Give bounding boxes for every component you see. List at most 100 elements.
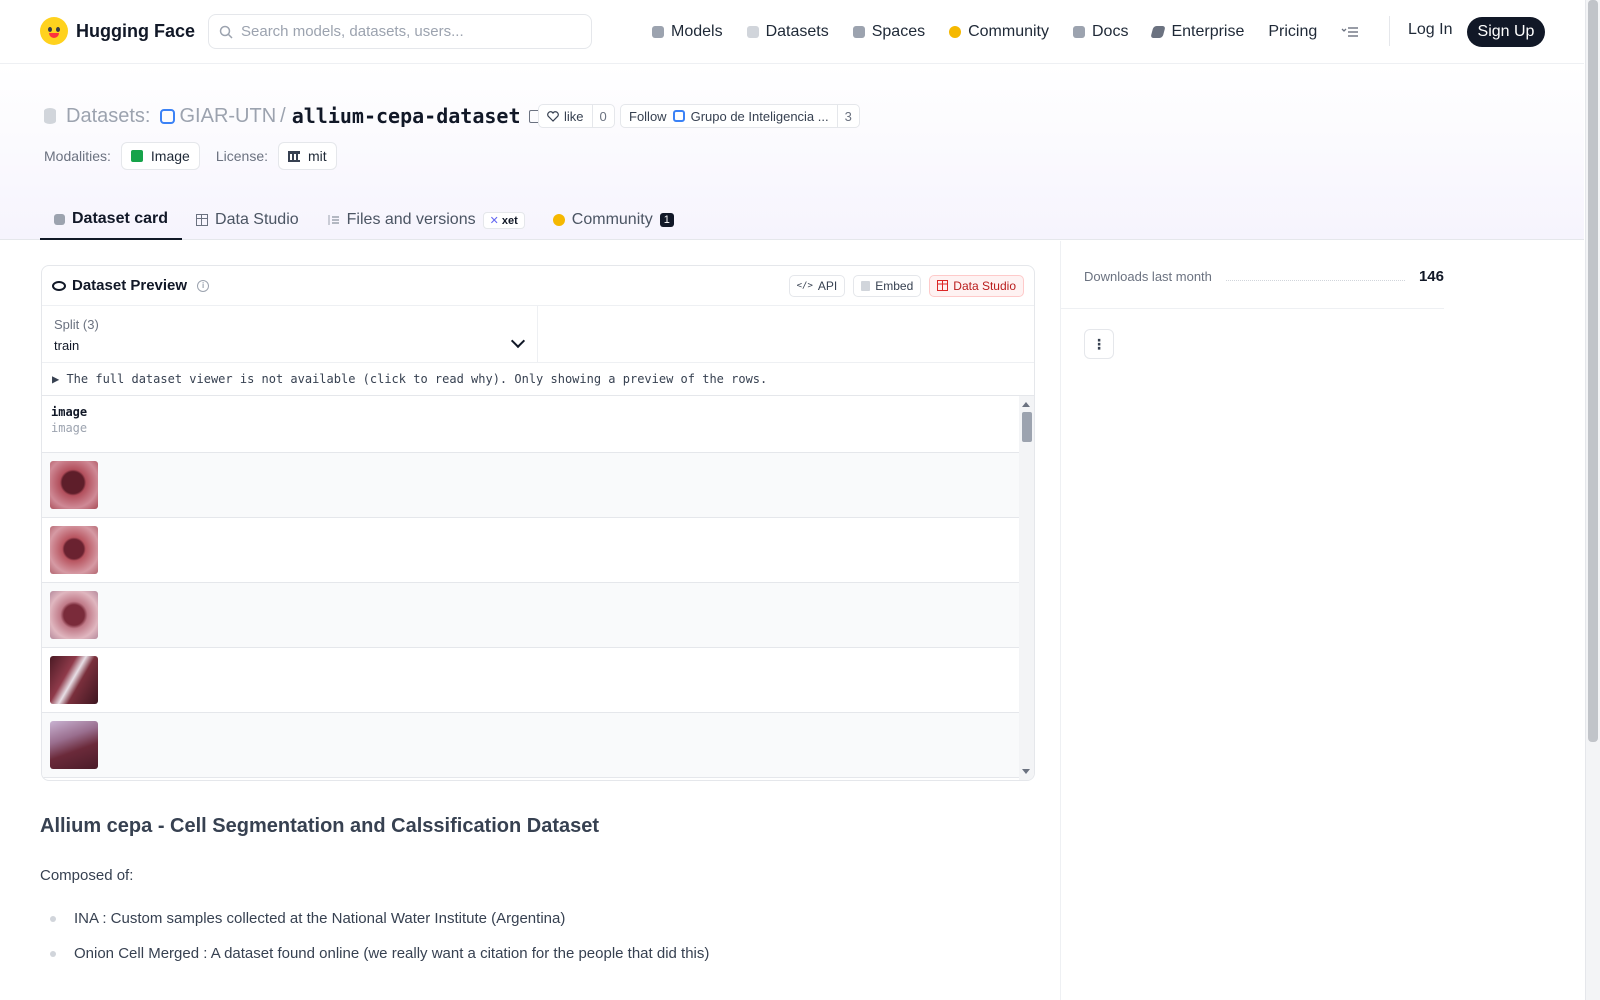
tab-community[interactable]: Community 1	[539, 200, 688, 240]
hug-emoji-icon	[949, 26, 962, 38]
preview-title: Dataset Preview i	[52, 277, 210, 294]
database-icon	[746, 26, 759, 38]
data-studio-button[interactable]: Data Studio	[929, 274, 1024, 297]
search-icon	[219, 25, 233, 39]
preview-actions: </> API Embed Data Studio	[788, 274, 1024, 297]
org-avatar-icon	[672, 110, 685, 122]
more-menu-icon	[1341, 27, 1359, 37]
search-input[interactable]	[241, 23, 561, 40]
image-thumbnail[interactable]	[50, 721, 98, 769]
nav-links: Models Datasets Spaces Community Docs En…	[652, 18, 1383, 46]
scroll-down-icon[interactable]	[1022, 769, 1030, 774]
follow-button[interactable]: Follow Grupo de Inteligencia ... 3	[620, 104, 860, 128]
license-label: License:	[215, 148, 268, 164]
image-thumbnail[interactable]	[50, 656, 98, 704]
like-label: like	[564, 108, 584, 124]
eye-icon	[52, 280, 66, 291]
downloads-label: Downloads last month	[1084, 269, 1212, 284]
xet-badge: ✕ xet	[482, 211, 525, 229]
repo-name[interactable]: allium-cepa-dataset	[292, 104, 521, 128]
sidebar-separator	[1060, 308, 1444, 309]
image-thumbnail[interactable]	[50, 591, 98, 639]
downloads-stat: Downloads last month 146	[1084, 268, 1444, 285]
search-box[interactable]	[208, 14, 592, 49]
org-link[interactable]: GIAR-UTN	[179, 105, 276, 128]
more-options-button[interactable]: ⋮	[1084, 329, 1114, 359]
license-tag[interactable]: mit	[278, 142, 337, 170]
table-icon	[937, 280, 949, 291]
hug-emoji-icon	[552, 214, 565, 226]
cube-icon	[652, 26, 664, 38]
grid-icon	[852, 26, 865, 38]
nav-enterprise[interactable]: Enterprise	[1150, 18, 1244, 46]
signup-button[interactable]: Sign Up	[1467, 17, 1545, 47]
org-avatar-icon	[160, 108, 176, 124]
viewer-notice[interactable]: ▶ The full dataset viewer is not availab…	[42, 363, 1034, 396]
section-label[interactable]: Datasets:	[66, 105, 150, 128]
split-select[interactable]: Split (3) train	[42, 306, 538, 362]
hugging-face-logo-icon	[40, 17, 68, 45]
nav-datasets[interactable]: Datasets	[746, 18, 829, 46]
breadcrumb: Datasets: GIAR-UTN / allium-cepa-dataset	[44, 104, 541, 128]
bank-icon	[288, 150, 300, 162]
enterprise-icon	[1150, 26, 1167, 38]
scroll-thumb[interactable]	[1022, 412, 1032, 442]
table-row[interactable]	[42, 453, 1021, 518]
more-menu-button[interactable]	[1341, 18, 1359, 46]
split-value: train	[54, 338, 80, 353]
nav-models[interactable]: Models	[652, 18, 723, 46]
brand-name: Hugging Face	[76, 20, 196, 41]
table-row[interactable]	[42, 518, 1021, 583]
image-thumbnail[interactable]	[50, 526, 98, 574]
follow-label: Follow	[629, 108, 667, 124]
table-row[interactable]	[42, 713, 1021, 778]
code-icon: </>	[796, 280, 813, 291]
modalities-label: Modalities:	[44, 148, 111, 164]
community-count-badge: 1	[659, 213, 674, 227]
readme-title: Allium cepa - Cell Segmentation and Cals…	[40, 815, 600, 837]
embed-button[interactable]: Embed	[853, 274, 922, 297]
database-icon	[44, 108, 56, 124]
dataset-preview-panel: Dataset Preview i </> API Embed Data Stud…	[41, 265, 1035, 781]
book-icon	[1073, 26, 1085, 38]
table-icon	[196, 214, 209, 226]
readme-intro: Composed of:	[40, 867, 134, 884]
dataset-card-readme: Allium cepa - Cell Segmentation and Cals…	[40, 815, 1030, 980]
xet-icon: ✕	[489, 214, 499, 227]
tab-files-and-versions[interactable]: Files and versions ✕ xet	[313, 200, 539, 240]
metadata-row: Modalities: Image License: mit	[44, 142, 337, 170]
info-icon[interactable]: i	[197, 279, 210, 292]
api-button[interactable]: </> API	[788, 274, 846, 297]
like-count: 0	[599, 108, 607, 124]
nav-pricing[interactable]: Pricing	[1268, 18, 1317, 46]
readme-list: INA : Custom samples collected at the Na…	[40, 910, 1030, 962]
scroll-up-icon[interactable]	[1022, 402, 1030, 407]
top-navbar: Hugging Face Models Datasets Spaces Comm…	[0, 0, 1584, 64]
heart-icon	[547, 110, 559, 122]
tab-dataset-card[interactable]: Dataset card	[40, 200, 183, 240]
image-thumbnail[interactable]	[50, 461, 98, 509]
cube-icon	[54, 213, 65, 225]
nav-spaces[interactable]: Spaces	[852, 18, 925, 46]
list-item: Onion Cell Merged : A dataset found onli…	[40, 945, 1030, 962]
page-scroll-thumb[interactable]	[1588, 0, 1598, 742]
preview-header: Dataset Preview i </> API Embed Data Stud…	[42, 266, 1034, 306]
table-row[interactable]	[42, 648, 1021, 713]
brand-logo[interactable]: Hugging Face	[40, 17, 195, 45]
tab-data-studio[interactable]: Data Studio	[182, 200, 313, 240]
split-label: Split (3)	[54, 317, 99, 332]
embed-icon	[861, 280, 871, 291]
preview-scrollbar[interactable]	[1019, 396, 1034, 780]
login-link[interactable]: Log In	[1408, 21, 1452, 39]
downloads-leader	[1225, 273, 1405, 281]
page-scrollbar[interactable]	[1585, 0, 1600, 1000]
table-row[interactable]	[42, 583, 1021, 648]
modality-tag[interactable]: Image	[120, 142, 200, 170]
nav-docs[interactable]: Docs	[1073, 18, 1128, 46]
like-button[interactable]: like 0	[538, 104, 615, 128]
nav-community[interactable]: Community	[949, 18, 1049, 46]
column-header[interactable]: image image	[42, 396, 1034, 453]
follow-count: 3	[844, 108, 852, 124]
nav-divider	[1389, 16, 1390, 46]
preview-table: image image	[42, 396, 1034, 780]
